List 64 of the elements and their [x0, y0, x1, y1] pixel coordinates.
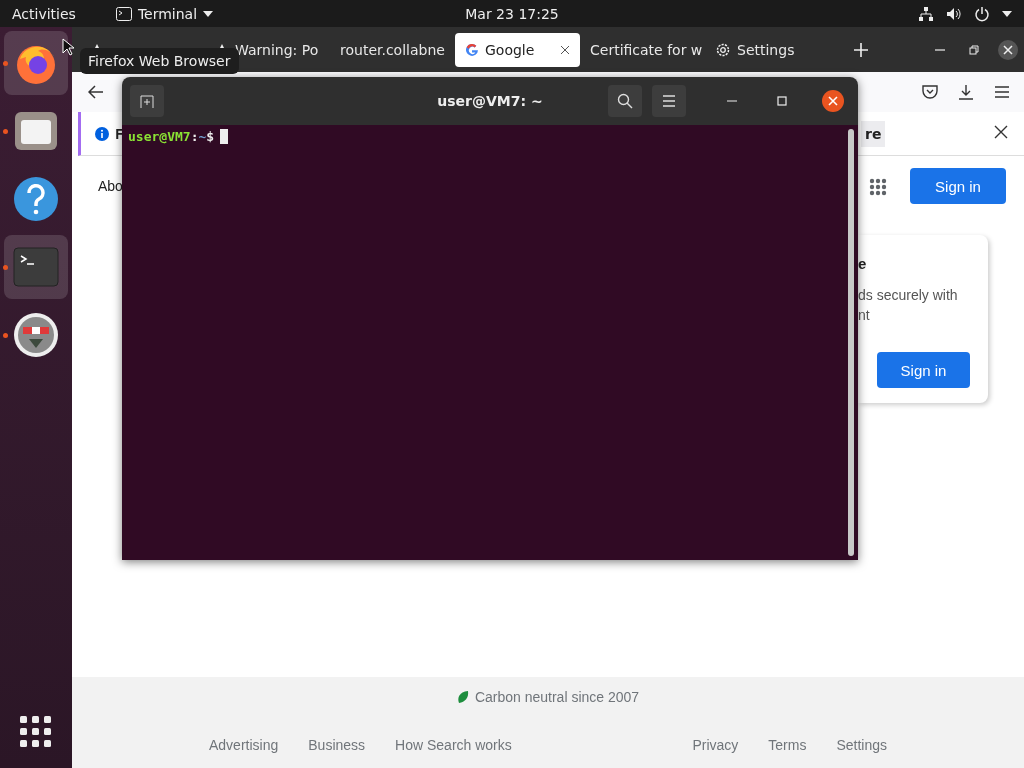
- search-button[interactable]: [608, 85, 642, 117]
- close-icon: [560, 44, 570, 55]
- app-menu[interactable]: Terminal: [115, 5, 214, 22]
- card-text: ds securely with: [858, 287, 958, 303]
- dock-item[interactable]: [4, 31, 68, 95]
- caret-icon: [203, 10, 214, 17]
- help-icon: [13, 176, 59, 222]
- apps-grid-icon: [869, 178, 887, 196]
- minimize-icon: [727, 100, 737, 102]
- restore-icon: [969, 44, 979, 55]
- close-icon: [828, 96, 838, 106]
- maximize-icon: [777, 96, 787, 106]
- window-title: user@VM7: ~: [437, 93, 543, 109]
- minimize-icon: [935, 48, 945, 51]
- installer-icon: [13, 312, 59, 358]
- terminal-icon: [13, 247, 59, 287]
- cursor-icon: [62, 38, 74, 56]
- info-icon: [95, 126, 109, 141]
- text-cursor: [220, 129, 229, 144]
- pocket-icon: [922, 85, 938, 99]
- footer-link[interactable]: Settings: [836, 737, 887, 753]
- footer-link[interactable]: Terms: [768, 737, 807, 753]
- carbon-neutral-text: Carbon neutral since 2007: [474, 689, 640, 705]
- sign-in-button[interactable]: Sign in: [910, 168, 1006, 204]
- card-text: nt: [858, 307, 870, 323]
- browser-tab[interactable]: router.collabne: [330, 32, 455, 67]
- new-tab-button[interactable]: [130, 85, 164, 117]
- network-icon: [918, 5, 934, 22]
- footer-link[interactable]: Business: [308, 737, 366, 753]
- menu-icon: [662, 95, 676, 107]
- clock[interactable]: Mar 23 17:25: [465, 5, 559, 22]
- footer-link[interactable]: How Search works: [395, 737, 512, 753]
- app-grid-icon: [20, 716, 52, 748]
- browser-tab[interactable]: Google: [455, 32, 580, 67]
- close-icon: [1003, 44, 1013, 55]
- new-tab-icon: [139, 93, 155, 109]
- browser-tab[interactable]: Settings: [705, 32, 830, 67]
- terminal-icon: [115, 6, 132, 21]
- new-tab-icon: [854, 43, 868, 57]
- card-title: e: [858, 255, 867, 272]
- google-logo-icon: [465, 42, 479, 57]
- footer-link[interactable]: Advertising: [209, 737, 279, 753]
- notification-text: F: [115, 125, 124, 142]
- app-menu-label: Terminal: [137, 5, 198, 22]
- close-button[interactable]: [998, 39, 1018, 60]
- gear-icon: [715, 41, 731, 58]
- footer-link[interactable]: Privacy: [692, 737, 739, 753]
- menu-button[interactable]: [652, 85, 686, 117]
- power-icon: [974, 5, 990, 22]
- notification-action-button[interactable]: re: [861, 120, 886, 147]
- browser-tab[interactable]: Certificate for w: [580, 32, 705, 67]
- shell-prompt: user@VM7:~$: [128, 129, 215, 144]
- activities-button[interactable]: Activities: [12, 5, 76, 22]
- about-link[interactable]: Abo: [98, 178, 123, 194]
- close-icon: [994, 125, 1008, 139]
- download-icon: [958, 84, 974, 100]
- search-icon: [617, 93, 633, 109]
- scrollbar[interactable]: [848, 129, 854, 556]
- close-button[interactable]: [822, 90, 844, 112]
- menu-icon: [994, 86, 1010, 98]
- leaf-icon: [456, 690, 469, 704]
- back-arrow-icon: [88, 85, 104, 99]
- sign-in-button[interactable]: Sign in: [877, 352, 970, 388]
- caret-icon: [1002, 10, 1012, 17]
